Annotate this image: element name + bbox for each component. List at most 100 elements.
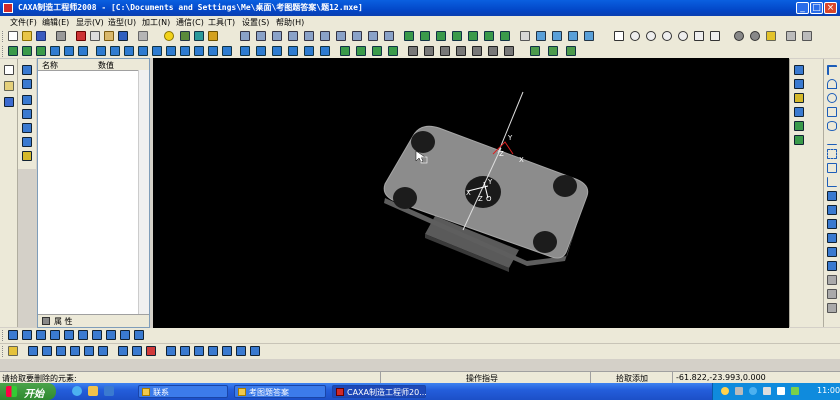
fit-icon[interactable] xyxy=(710,31,720,41)
tray-icon-1[interactable] xyxy=(721,387,729,395)
surface-icon-2[interactable] xyxy=(420,31,430,41)
edit-icon-14[interactable] xyxy=(208,346,218,356)
render-icon-4[interactable] xyxy=(584,31,594,41)
surface-icon-3[interactable] xyxy=(436,31,446,41)
view-icon-6[interactable] xyxy=(320,31,330,41)
render-icon-1[interactable] xyxy=(536,31,546,41)
feature-icon-34[interactable] xyxy=(530,46,540,56)
filter-icon[interactable] xyxy=(194,31,204,41)
menu-help[interactable]: 帮助(H) xyxy=(276,17,304,28)
toolbar-grip-3[interactable] xyxy=(2,330,6,341)
feature-icon-17[interactable] xyxy=(240,46,250,56)
view-icon-10[interactable] xyxy=(384,31,394,41)
menu-tools[interactable]: 工具(T) xyxy=(208,17,235,28)
feature-icon-33[interactable] xyxy=(504,46,514,56)
feature-icon-26[interactable] xyxy=(388,46,398,56)
feature-icon-35[interactable] xyxy=(548,46,558,56)
print-icon[interactable] xyxy=(56,31,66,41)
spline-tool-icon[interactable] xyxy=(827,135,837,145)
arc-tool-icon[interactable] xyxy=(827,79,837,89)
pencil-icon[interactable] xyxy=(4,81,14,91)
curve-edit-icon-2[interactable] xyxy=(827,261,837,271)
layer-icon[interactable] xyxy=(208,31,218,41)
redo-icon[interactable] xyxy=(138,31,148,41)
zoom-in-icon[interactable] xyxy=(646,31,656,41)
feature-icon-19[interactable] xyxy=(272,46,282,56)
feature-icon-6[interactable] xyxy=(78,46,88,56)
edit-icon-1[interactable] xyxy=(8,346,18,356)
toolbar-grip[interactable] xyxy=(2,31,6,42)
model-viewport[interactable]: X Y O Z Y Z X xyxy=(153,58,789,328)
edit-icon-13[interactable] xyxy=(194,346,204,356)
edit-icon-5[interactable] xyxy=(70,346,80,356)
modify-icon-2[interactable] xyxy=(794,79,804,89)
view-icon-7[interactable] xyxy=(336,31,346,41)
edit-icon-3[interactable] xyxy=(42,346,52,356)
feature-icon-7[interactable] xyxy=(96,46,106,56)
feature-icon-28[interactable] xyxy=(424,46,434,56)
feature-icon-24[interactable] xyxy=(356,46,366,56)
surface-tool-icon-2[interactable] xyxy=(22,330,32,340)
menu-settings[interactable]: 设置(S) xyxy=(242,17,269,28)
save-icon[interactable] xyxy=(36,31,46,41)
curve-edit-icon-5[interactable] xyxy=(827,303,837,313)
feature-icon-25[interactable] xyxy=(372,46,382,56)
menu-file[interactable]: 文件(F) xyxy=(10,17,37,28)
feature-icon-8[interactable] xyxy=(110,46,120,56)
feature-icon-31[interactable] xyxy=(472,46,482,56)
feature-icon-1[interactable] xyxy=(8,46,18,56)
tray-icon-2[interactable] xyxy=(735,387,743,395)
select-arrow-icon[interactable] xyxy=(4,65,14,75)
view-icon-1[interactable] xyxy=(240,31,250,41)
modify-icon-1[interactable] xyxy=(794,65,804,75)
surface-tool-icon-9[interactable] xyxy=(120,330,130,340)
view-icon-4[interactable] xyxy=(288,31,298,41)
feature-icon-29[interactable] xyxy=(440,46,450,56)
curve-tool-icon-1[interactable] xyxy=(22,65,32,75)
feature-icon-2[interactable] xyxy=(22,46,32,56)
open-file-icon[interactable] xyxy=(22,31,32,41)
curve-tool-icon-4[interactable] xyxy=(22,109,32,119)
curve-tool-icon-2[interactable] xyxy=(22,79,32,89)
surface-icon-1[interactable] xyxy=(404,31,414,41)
feature-icon-36[interactable] xyxy=(566,46,576,56)
offset-tool-icon[interactable] xyxy=(827,191,837,201)
polygon-tool-icon[interactable] xyxy=(827,163,837,173)
extra-icon-2[interactable] xyxy=(802,31,812,41)
toolbar-grip-4[interactable] xyxy=(2,346,6,357)
palette-icon[interactable] xyxy=(4,97,14,107)
surface-icon-4[interactable] xyxy=(452,31,462,41)
modify-icon-4[interactable] xyxy=(794,107,804,117)
curve-tool-icon-7[interactable] xyxy=(22,151,32,161)
curve-edit-icon-1[interactable] xyxy=(827,247,837,257)
tool-icon[interactable] xyxy=(180,31,190,41)
feature-icon-22[interactable] xyxy=(320,46,330,56)
new-file-icon[interactable] xyxy=(8,31,18,41)
edit-icon-4[interactable] xyxy=(56,346,66,356)
view-icon-8[interactable] xyxy=(352,31,362,41)
menu-view[interactable]: 显示(V) xyxy=(76,17,104,28)
maximize-button[interactable]: □ xyxy=(810,2,823,14)
fillet-tool-icon[interactable] xyxy=(827,219,837,229)
surface-tool-icon-6[interactable] xyxy=(78,330,88,340)
feature-icon-21[interactable] xyxy=(304,46,314,56)
feature-icon-27[interactable] xyxy=(408,46,418,56)
pan-icon[interactable] xyxy=(694,31,704,41)
edit-icon-15[interactable] xyxy=(222,346,232,356)
material-icon[interactable] xyxy=(766,31,776,41)
curve-tool-icon-5[interactable] xyxy=(22,123,32,133)
formula-curve-icon[interactable] xyxy=(827,177,837,187)
render-icon-3[interactable] xyxy=(568,31,578,41)
line-tool-icon[interactable] xyxy=(827,65,837,75)
feature-icon-30[interactable] xyxy=(456,46,466,56)
minimize-button[interactable]: _ xyxy=(796,2,809,14)
feature-icon-12[interactable] xyxy=(166,46,176,56)
edit-icon-10[interactable] xyxy=(146,346,156,356)
close-button[interactable]: × xyxy=(824,2,837,14)
tray-icon-3[interactable] xyxy=(749,387,757,395)
task-item-active[interactable]: CAXA制造工程师20... xyxy=(332,385,427,398)
modify-icon-3[interactable] xyxy=(794,93,804,103)
menu-edit[interactable]: 编辑(E) xyxy=(42,17,69,28)
circle-tool-icon[interactable] xyxy=(827,93,837,103)
zoom-out-icon[interactable] xyxy=(662,31,672,41)
